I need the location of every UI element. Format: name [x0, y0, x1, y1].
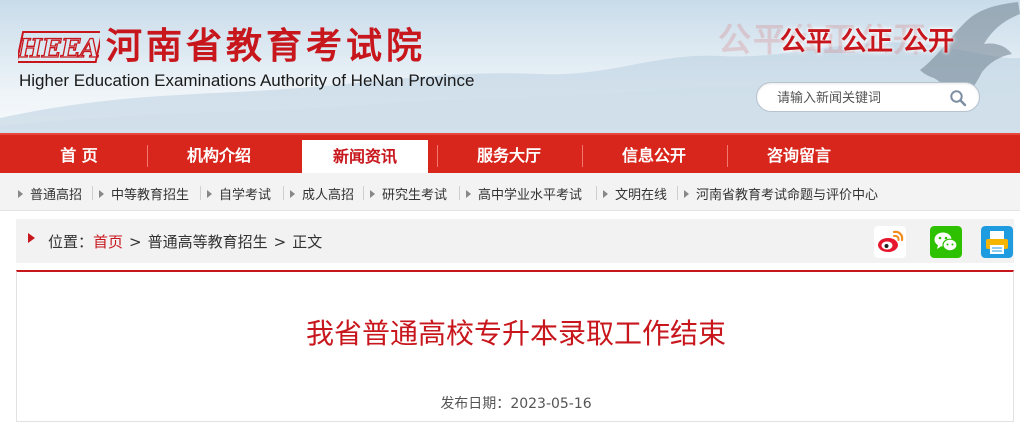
subnav-item-secondary-admission[interactable]: 中等教育招生: [99, 184, 189, 203]
nav-consult[interactable]: 咨询留言: [736, 139, 862, 173]
publish-date-value: 2023-05-16: [510, 396, 592, 412]
breadcrumb-home[interactable]: 首页: [93, 233, 123, 251]
subnav-item-adult-admission[interactable]: 成人高招: [290, 184, 354, 203]
arrow-right-icon: [290, 190, 295, 198]
subnav-divider: [363, 186, 364, 200]
breadcrumb: 位置：首页 > 普通高等教育招生 > 正文: [48, 231, 322, 252]
arrow-right-icon: [603, 190, 608, 198]
breadcrumb-separator: >: [273, 233, 287, 251]
site-subtitle-en: Higher Education Examinations Authority …: [19, 71, 475, 90]
subnav-divider: [596, 186, 597, 200]
arrow-right-icon: [207, 190, 212, 198]
search-input[interactable]: [777, 88, 942, 108]
nav-services[interactable]: 服务大厅: [446, 139, 572, 173]
sub-nav: 普通高招 中等教育招生 自学考试 成人高招 研究生考试 高中学业水平考试 文明在…: [0, 173, 1020, 211]
publish-date-label: 发布日期：: [440, 396, 511, 412]
subnav-item-general-admission[interactable]: 普通高招: [18, 184, 82, 203]
nav-news[interactable]: 新闻资讯: [302, 140, 428, 175]
location-bar: 位置：首页 > 普通高等教育招生 > 正文: [16, 219, 1014, 263]
subnav-item-self-study[interactable]: 自学考试: [207, 184, 271, 203]
breadcrumb-label: 位置：: [48, 233, 94, 251]
arrow-right-icon: [370, 190, 375, 198]
subnav-divider: [283, 186, 284, 200]
search-icon[interactable]: [949, 89, 967, 107]
main-nav: 首 页 机构介绍 新闻资讯 服务大厅 信息公开 咨询留言: [0, 133, 1020, 175]
nav-divider: [727, 145, 728, 167]
site-title: 河南省教育考试院: [106, 25, 427, 67]
breadcrumb-current: 正文: [292, 233, 323, 251]
slogan-text: 公平 公正 公开: [780, 27, 955, 57]
arrow-right-icon: [684, 190, 689, 198]
subnav-item-civility-online[interactable]: 文明在线: [603, 184, 667, 203]
print-icon[interactable]: [981, 226, 1013, 258]
arrow-right-icon: [466, 190, 471, 198]
location-marker-icon: [28, 233, 35, 243]
subnav-item-academic-test[interactable]: 高中学业水平考试: [466, 184, 582, 203]
svg-text:HEEA: HEEA: [18, 34, 100, 63]
nav-divider: [437, 145, 438, 167]
nav-divider: [582, 145, 583, 167]
wechat-icon[interactable]: [930, 226, 962, 258]
heea-logo[interactable]: HEEA: [18, 30, 100, 64]
weibo-icon[interactable]: [874, 226, 906, 258]
article-container: 我省普通高校专升本录取工作结束 发布日期：2023-05-16: [16, 270, 1014, 422]
breadcrumb-section[interactable]: 普通高等教育招生: [148, 233, 268, 251]
subnav-divider: [677, 186, 678, 200]
search-box: [756, 82, 980, 112]
breadcrumb-separator: >: [129, 233, 142, 251]
subnav-item-assessment-center[interactable]: 河南省教育考试命题与评价中心: [684, 184, 878, 203]
header-banner: 公平公正公开 公平 公正 公开 HEEA 河南省教育考试院 Higher Edu…: [0, 0, 1020, 133]
article-title: 我省普通高校专升本录取工作结束: [305, 317, 726, 350]
subnav-divider: [459, 186, 460, 200]
nav-disclosure[interactable]: 信息公开: [591, 139, 717, 173]
nav-home[interactable]: 首 页: [16, 139, 142, 173]
arrow-right-icon: [99, 190, 104, 198]
arrow-right-icon: [18, 190, 23, 198]
nav-about[interactable]: 机构介绍: [156, 139, 282, 173]
subnav-divider: [200, 186, 201, 200]
subnav-item-graduate-exam[interactable]: 研究生考试: [370, 184, 447, 203]
publish-date: 发布日期：2023-05-16: [17, 393, 1015, 413]
subnav-divider: [92, 186, 93, 200]
nav-divider: [147, 145, 148, 167]
